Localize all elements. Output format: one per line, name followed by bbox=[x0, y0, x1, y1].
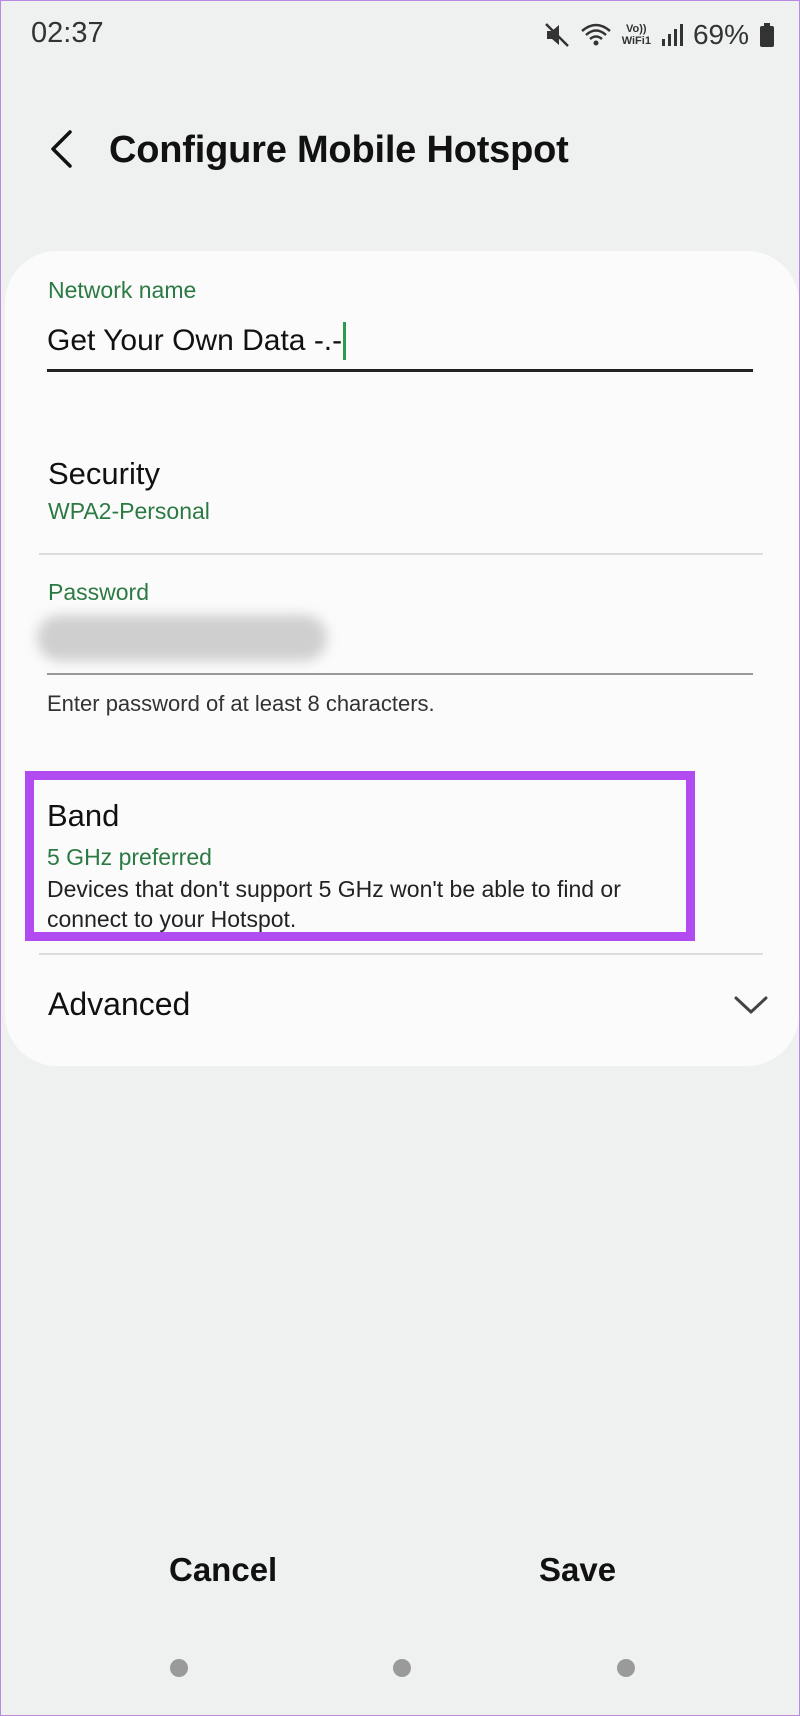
volte-wifi-icon: Vo)) WiFi1 bbox=[622, 23, 651, 47]
battery-icon bbox=[759, 22, 775, 48]
band-value: 5 GHz preferred bbox=[47, 844, 212, 870]
advanced-row[interactable]: Advanced bbox=[5, 956, 799, 1056]
divider bbox=[39, 553, 763, 555]
action-bar: Cancel Save bbox=[1, 1541, 800, 1621]
save-button[interactable]: Save bbox=[539, 1551, 616, 1589]
cancel-button[interactable]: Cancel bbox=[169, 1551, 277, 1589]
network-name-label: Network name bbox=[48, 277, 197, 303]
security-value[interactable]: WPA2-Personal bbox=[48, 498, 210, 525]
mute-icon bbox=[544, 22, 570, 48]
band-setting[interactable]: Band 5 GHz preferred Devices that don't … bbox=[25, 771, 695, 941]
security-title[interactable]: Security bbox=[48, 456, 160, 492]
nav-recents-button[interactable] bbox=[170, 1659, 188, 1677]
network-name-value: Get Your Own Data -.- bbox=[47, 324, 343, 357]
signal-icon bbox=[661, 23, 683, 47]
status-time: 02:37 bbox=[31, 17, 104, 49]
password-redacted bbox=[37, 615, 327, 661]
nav-home-button[interactable] bbox=[393, 1659, 411, 1677]
password-input[interactable] bbox=[37, 601, 753, 675]
advanced-label: Advanced bbox=[48, 986, 191, 1022]
wifi-icon bbox=[580, 22, 612, 48]
divider bbox=[39, 953, 763, 955]
chevron-down-icon bbox=[733, 994, 769, 1021]
battery-percent: 69% bbox=[692, 19, 749, 50]
password-helper-text: Enter password of at least 8 characters. bbox=[47, 691, 435, 716]
band-description: Devices that don't support 5 GHz won't b… bbox=[47, 876, 621, 932]
page-title: Configure Mobile Hotspot bbox=[109, 129, 569, 171]
chevron-left-icon bbox=[48, 129, 74, 174]
status-bar: 02:37 Vo)) WiFi1 69% bbox=[1, 1, 800, 71]
header: Configure Mobile Hotspot bbox=[1, 111, 800, 191]
volte-label-bottom: WiFi1 bbox=[621, 35, 651, 47]
navigation-bar bbox=[1, 1651, 800, 1691]
status-icons: Vo)) WiFi1 69% bbox=[544, 15, 775, 55]
text-cursor bbox=[343, 322, 347, 360]
back-button[interactable] bbox=[41, 121, 81, 181]
nav-back-button[interactable] bbox=[617, 1659, 635, 1677]
band-title: Band bbox=[47, 798, 120, 833]
network-name-input[interactable]: Get Your Own Data -.- bbox=[47, 313, 753, 372]
volte-label-top: Vo)) bbox=[626, 23, 647, 35]
